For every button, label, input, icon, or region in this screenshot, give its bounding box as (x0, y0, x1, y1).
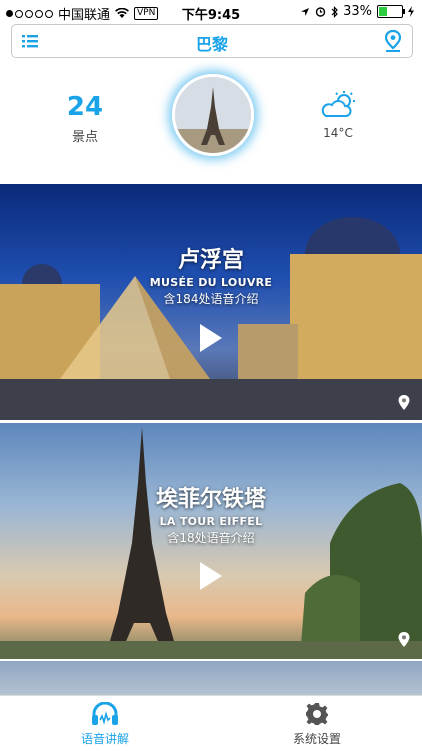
charging-icon (408, 6, 414, 17)
attraction-count-label: 景点 (71, 130, 98, 145)
temperature: 14°C (323, 126, 353, 140)
alarm-icon (315, 7, 326, 17)
bluetooth-icon (331, 5, 338, 18)
status-bar: 中国联通 VPN 下午9:45 33% (0, 0, 422, 24)
battery-percent: 33% (343, 4, 372, 19)
tab-audio-guide-label: 语音讲解 (80, 732, 129, 746)
map-pin-icon[interactable] (396, 394, 412, 412)
location-arrow-icon (301, 7, 310, 16)
bottom-tab-bar: 语音讲解 系统设置 (0, 695, 422, 751)
card-title-fr: MUSÉE DU LOUVRE (149, 276, 273, 289)
play-icon[interactable] (194, 560, 226, 592)
attraction-card-partial[interactable] (0, 661, 422, 695)
city-avatar[interactable] (172, 74, 254, 156)
gear-icon (306, 703, 328, 725)
card-audio-count: 含18处语音介绍 (167, 531, 255, 545)
attraction-card-louvre[interactable]: 卢浮宫 MUSÉE DU LOUVRE 含184处语音介绍 (0, 184, 422, 420)
battery-icon (377, 5, 405, 18)
attraction-count: 24 景点 (40, 92, 130, 145)
map-pin-icon[interactable] (396, 631, 412, 649)
page-title: 巴黎 (195, 35, 228, 54)
card-title-cn: 卢浮宫 (177, 248, 244, 273)
attraction-count-number: 24 (66, 92, 104, 122)
card-audio-count: 含184处语音介绍 (163, 292, 259, 306)
headphones-icon (92, 702, 118, 725)
tab-settings-label: 系统设置 (292, 732, 341, 746)
eiffel-tower-thumbnail (175, 77, 251, 153)
card-title-cn: 埃菲尔铁塔 (155, 487, 266, 512)
partly-cloudy-icon (321, 91, 355, 117)
attraction-card-eiffel[interactable]: 埃菲尔铁塔 LA TOUR EIFFEL 含18处语音介绍 (0, 423, 422, 659)
tab-settings[interactable]: 系统设置 (262, 702, 372, 747)
map-pin-icon[interactable] (382, 29, 404, 53)
weather-widget: 14°C (300, 90, 376, 140)
play-icon[interactable] (194, 322, 226, 354)
card-title-fr: LA TOUR EIFFEL (159, 515, 263, 528)
top-nav-bar: 巴黎 (11, 24, 413, 58)
tab-audio-guide[interactable]: 语音讲解 (50, 702, 160, 747)
